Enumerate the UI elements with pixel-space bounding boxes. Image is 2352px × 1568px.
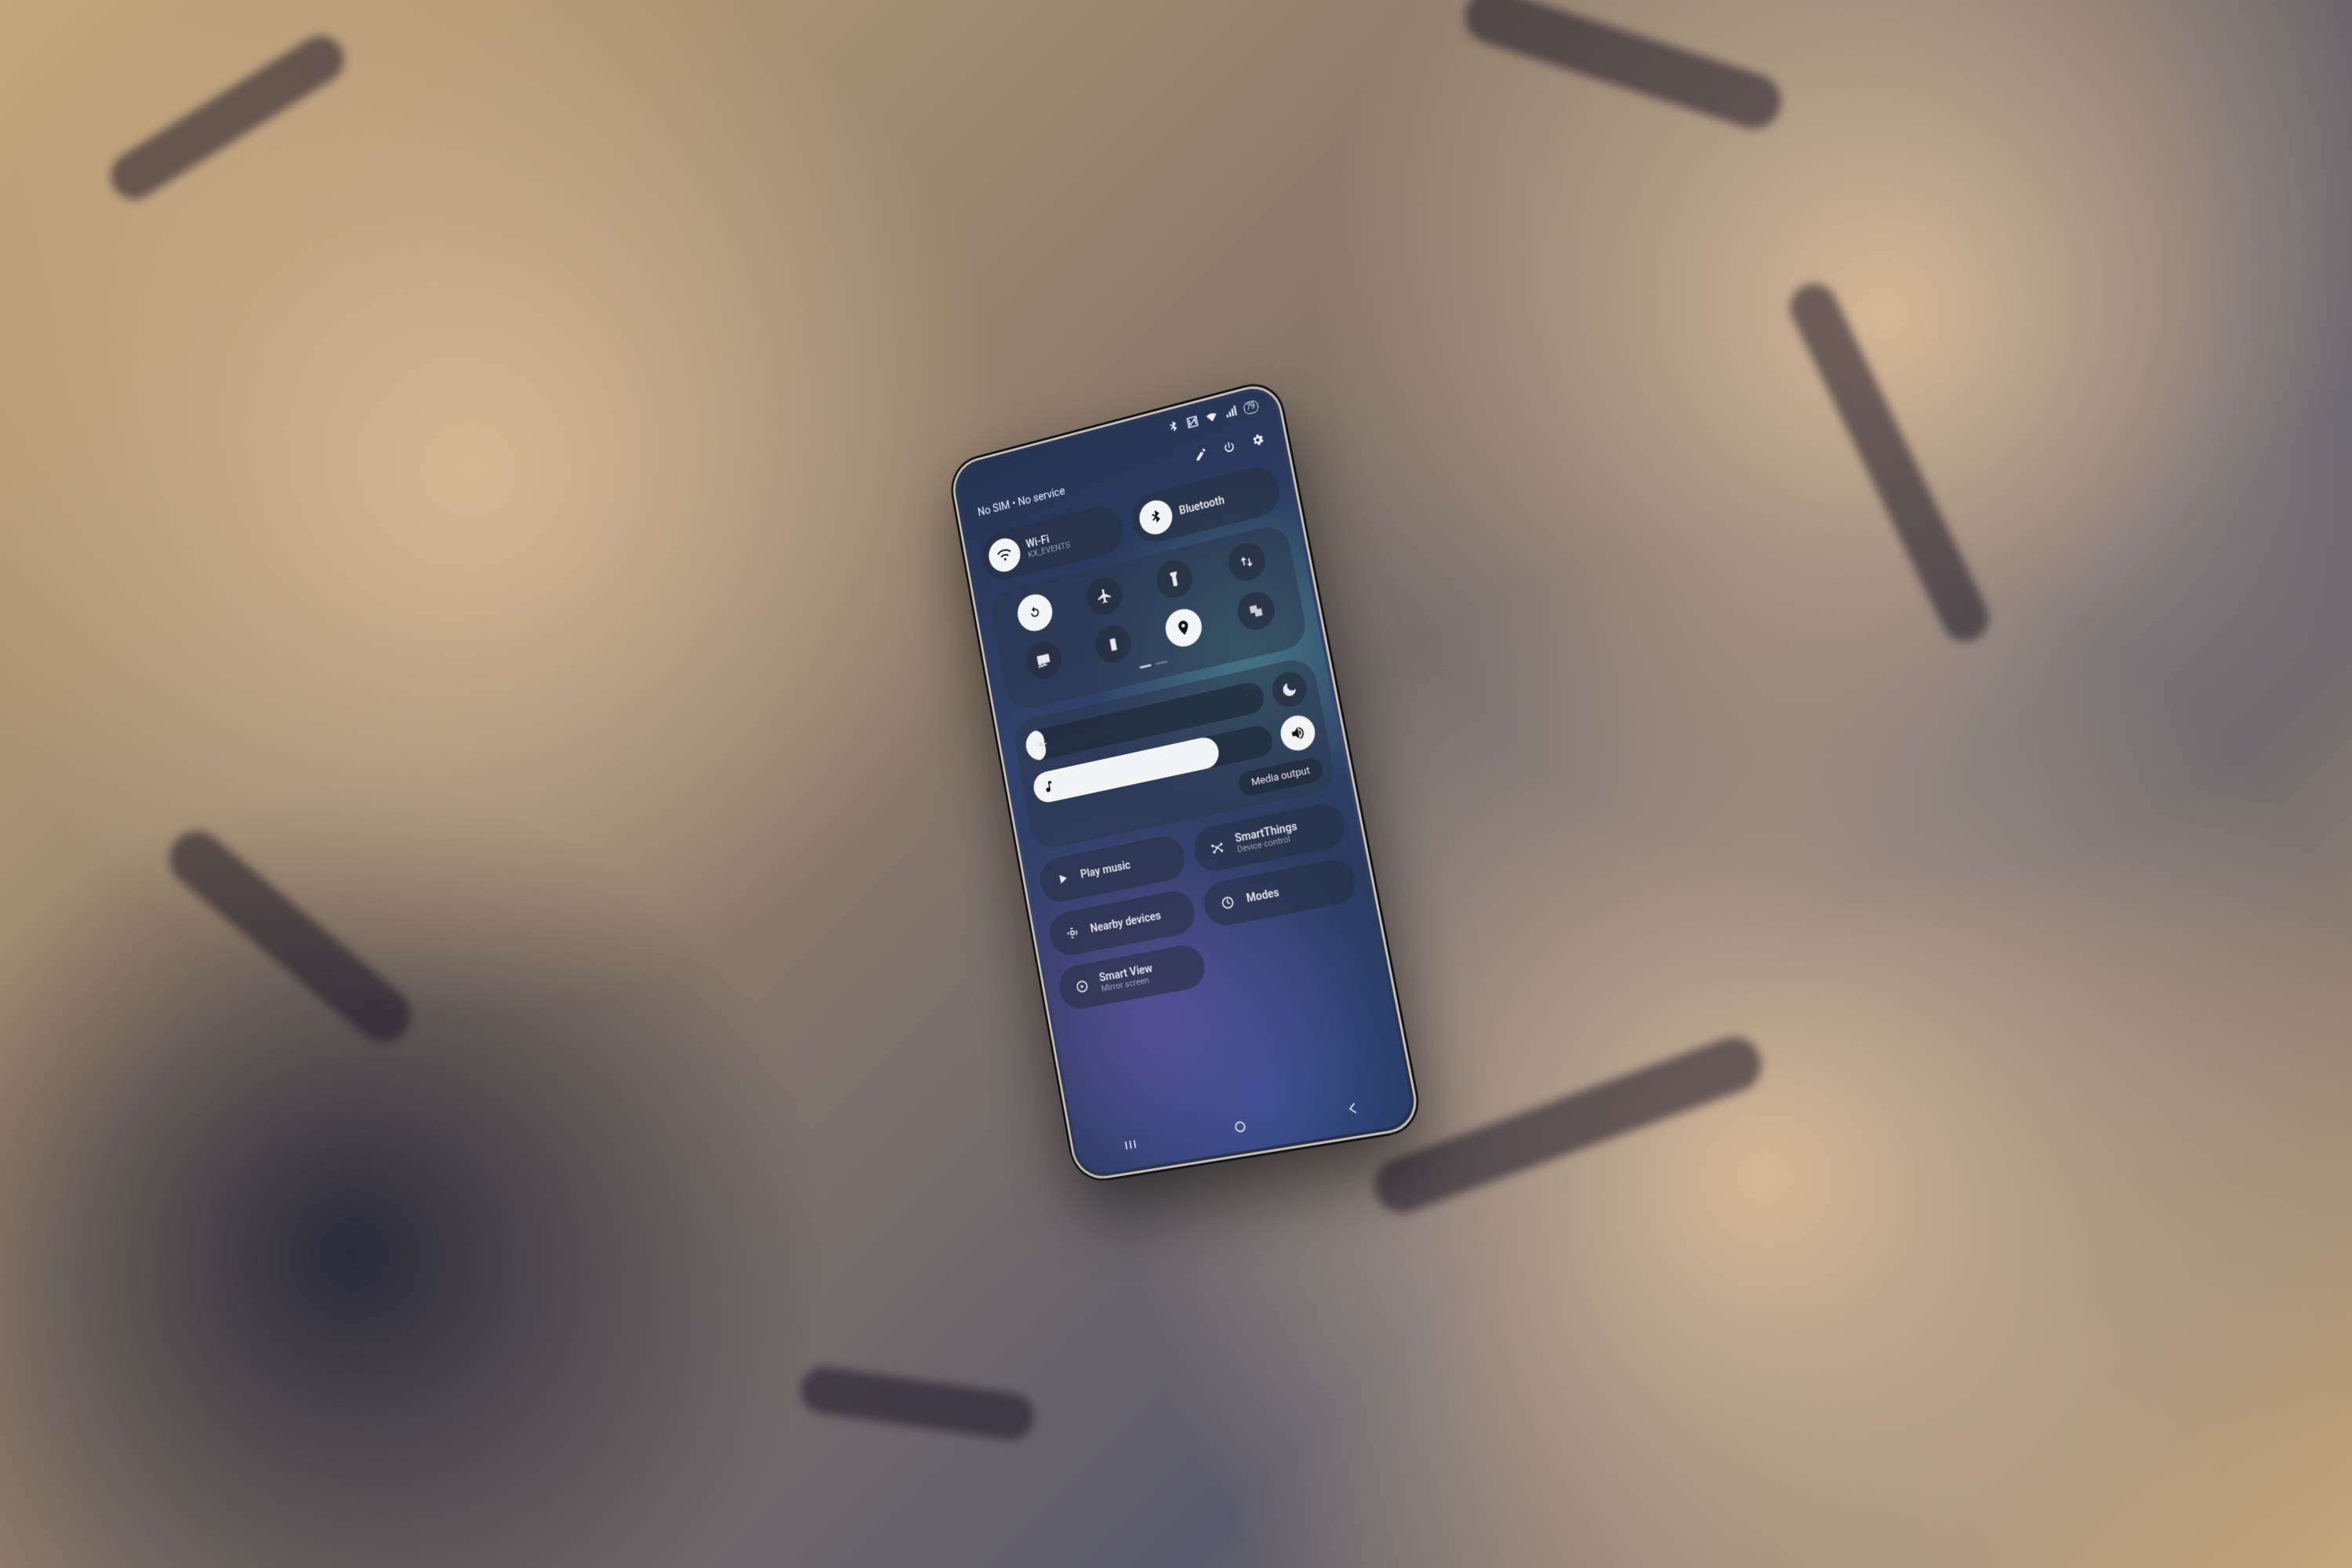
bluetooth-status-icon [1165, 418, 1181, 437]
music-note-icon [1041, 779, 1057, 795]
media-output-button[interactable]: Media output [1237, 756, 1324, 797]
flashlight-toggle[interactable] [1153, 557, 1196, 601]
nearby-icon [1062, 924, 1083, 942]
play-music-label: Play music [1080, 859, 1131, 882]
sound-mode-toggle[interactable] [1278, 712, 1318, 753]
nfc-status-icon [1185, 413, 1201, 433]
signal-status-icon [1223, 403, 1240, 423]
bluetooth-label: Bluetooth [1178, 494, 1225, 517]
bluetooth-icon [1137, 497, 1175, 539]
battery-percent: 79 [1246, 401, 1256, 414]
home-button[interactable] [1231, 1118, 1250, 1139]
airplane-mode-toggle[interactable] [1083, 574, 1125, 619]
smartthings-icon [1207, 838, 1229, 858]
play-icon [1052, 869, 1073, 888]
media-output-label: Media output [1250, 765, 1311, 789]
mobile-data-toggle[interactable] [1225, 539, 1268, 585]
multi-window-toggle[interactable] [1234, 588, 1277, 633]
battery-indicator: 79 [1243, 400, 1259, 416]
smart-view-icon [1072, 977, 1094, 996]
back-button[interactable] [1344, 1099, 1363, 1121]
recents-button[interactable] [1122, 1136, 1140, 1157]
location-toggle[interactable] [1163, 605, 1205, 650]
settings-icon[interactable] [1250, 431, 1266, 452]
modes-icon [1217, 893, 1240, 913]
screen-cast-toggle[interactable] [1024, 638, 1065, 682]
nearby-devices-label: Nearby devices [1089, 909, 1162, 935]
wifi-icon [986, 535, 1023, 575]
power-icon[interactable] [1221, 439, 1238, 459]
phone-frame: 79 No SIM • No service Wi-Fi [946, 376, 1425, 1185]
modes-label: Modes [1245, 886, 1279, 905]
edit-icon[interactable] [1193, 446, 1210, 466]
do-not-disturb-toggle[interactable] [1269, 669, 1309, 710]
auto-rotate-toggle[interactable] [1014, 590, 1055, 634]
wifi-status-icon [1203, 408, 1220, 427]
brightness-icon [1033, 736, 1048, 753]
power-saving-toggle[interactable] [1092, 622, 1134, 666]
